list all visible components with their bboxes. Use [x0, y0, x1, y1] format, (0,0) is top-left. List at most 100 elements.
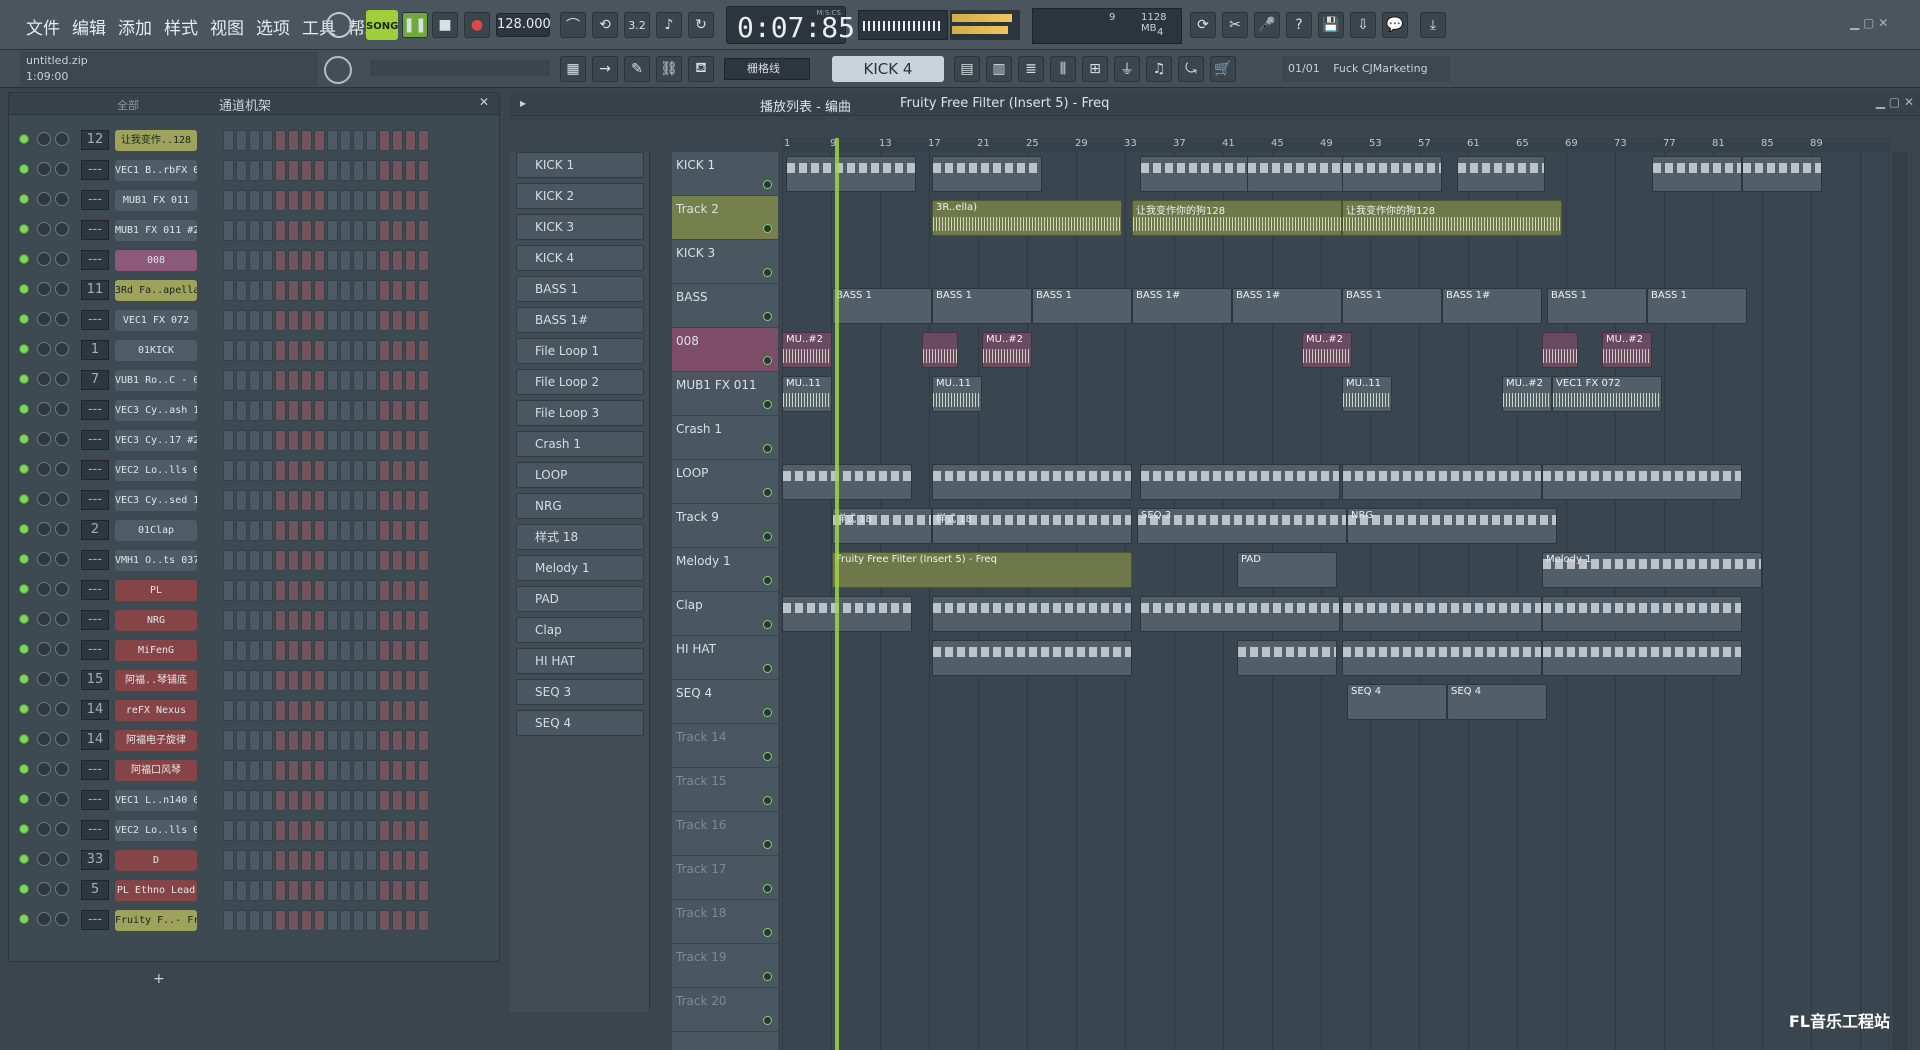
mute-led-icon[interactable] — [19, 614, 29, 624]
channel-row[interactable]: 15 阿福..琴铺底 — [9, 665, 499, 695]
step-button[interactable] — [275, 460, 286, 481]
step-button[interactable] — [236, 850, 247, 871]
mixer-track-number[interactable]: 14 — [81, 730, 109, 750]
step-button[interactable] — [288, 730, 299, 751]
step-button[interactable] — [236, 670, 247, 691]
mixer-track-number[interactable]: 14 — [81, 700, 109, 720]
step-button[interactable] — [223, 190, 234, 211]
step-button[interactable] — [262, 430, 273, 451]
mixer-track-number[interactable]: --- — [81, 460, 109, 480]
channel-row[interactable]: 12 让我变作..128 — [9, 125, 499, 155]
volume-knob[interactable] — [55, 282, 69, 296]
playlist-clip[interactable]: SEQ 4 — [1347, 684, 1447, 720]
step-button[interactable] — [418, 550, 429, 571]
track-header[interactable]: Track 18 — [672, 900, 778, 944]
step-button[interactable] — [327, 490, 338, 511]
menu-view[interactable]: 视图 — [210, 14, 244, 39]
pan-knob[interactable] — [37, 192, 51, 206]
channel-row[interactable]: --- MiFenG — [9, 635, 499, 665]
step-button[interactable] — [405, 880, 416, 901]
step-button[interactable] — [405, 760, 416, 781]
step-button[interactable] — [249, 220, 260, 241]
volume-knob[interactable] — [55, 372, 69, 386]
step-button[interactable] — [288, 880, 299, 901]
step-button[interactable] — [301, 700, 312, 721]
step-button[interactable] — [314, 670, 325, 691]
step-button[interactable] — [392, 580, 403, 601]
pan-knob[interactable] — [37, 732, 51, 746]
mixer-track-number[interactable]: --- — [81, 400, 109, 420]
step-button[interactable] — [249, 640, 260, 661]
volume-knob[interactable] — [55, 402, 69, 416]
step-button[interactable] — [275, 280, 286, 301]
step-button[interactable] — [392, 760, 403, 781]
playlist-clip[interactable]: MU..11 — [1342, 376, 1392, 412]
playlist-clip[interactable] — [932, 464, 1132, 500]
step-button[interactable] — [366, 250, 377, 271]
master-pitch-knob[interactable] — [324, 56, 352, 84]
step-button[interactable] — [314, 340, 325, 361]
step-button[interactable] — [262, 250, 273, 271]
step-button[interactable] — [275, 880, 286, 901]
shop-icon[interactable]: 🛒 — [1210, 56, 1236, 82]
channel-row[interactable]: --- VEC1 L..n140 05 — [9, 785, 499, 815]
step-button[interactable] — [418, 280, 429, 301]
channel-name-button[interactable]: MUB1 FX 011 — [115, 190, 197, 211]
step-button[interactable] — [392, 610, 403, 631]
export-icon[interactable]: ⇩ — [1350, 12, 1376, 38]
step-button[interactable] — [405, 850, 416, 871]
step-button[interactable] — [353, 250, 364, 271]
step-button[interactable] — [249, 310, 260, 331]
step-button[interactable] — [301, 520, 312, 541]
step-button[interactable] — [288, 640, 299, 661]
step-button[interactable] — [340, 430, 351, 451]
menu-file[interactable]: 文件 — [26, 14, 60, 39]
channel-row[interactable]: --- Fruity F..- Freq — [9, 905, 499, 935]
step-button[interactable] — [366, 910, 377, 931]
step-button[interactable] — [392, 880, 403, 901]
track-enable-led-icon[interactable] — [763, 1016, 772, 1025]
mixer-track-number[interactable]: 11 — [81, 280, 109, 300]
track-enable-led-icon[interactable] — [763, 928, 772, 937]
mute-led-icon[interactable] — [19, 494, 29, 504]
save-icon[interactable]: 💾 — [1318, 12, 1344, 38]
step-button[interactable] — [288, 670, 299, 691]
step-button[interactable] — [236, 610, 247, 631]
mixer-track-number[interactable]: 33 — [81, 850, 109, 870]
mute-led-icon[interactable] — [19, 674, 29, 684]
playlist-clip[interactable]: BASS 1 — [832, 288, 932, 324]
step-button[interactable] — [262, 550, 273, 571]
step-button[interactable] — [418, 730, 429, 751]
step-button[interactable] — [405, 580, 416, 601]
step-button[interactable] — [366, 310, 377, 331]
step-button[interactable] — [275, 160, 286, 181]
playlist-clip[interactable] — [1742, 156, 1822, 192]
step-button[interactable] — [301, 820, 312, 841]
track-enable-led-icon[interactable] — [763, 532, 772, 541]
step-button[interactable] — [353, 220, 364, 241]
volume-knob[interactable] — [55, 702, 69, 716]
step-button[interactable] — [223, 730, 234, 751]
step-button[interactable] — [262, 220, 273, 241]
step-button[interactable] — [262, 490, 273, 511]
step-button[interactable] — [418, 310, 429, 331]
step-button[interactable] — [301, 550, 312, 571]
volume-knob[interactable] — [55, 762, 69, 776]
step-button[interactable] — [236, 250, 247, 271]
step-button[interactable] — [392, 550, 403, 571]
mute-led-icon[interactable] — [19, 884, 29, 894]
step-button[interactable] — [301, 730, 312, 751]
pan-knob[interactable] — [37, 522, 51, 536]
track-header[interactable]: Track 17 — [672, 856, 778, 900]
playlist-clip[interactable] — [1237, 640, 1337, 676]
step-button[interactable] — [314, 220, 325, 241]
step-button[interactable] — [275, 910, 286, 931]
step-button[interactable] — [392, 400, 403, 421]
playlist-clip[interactable] — [782, 464, 912, 500]
step-button[interactable] — [405, 430, 416, 451]
step-button[interactable] — [366, 220, 377, 241]
mixer-track-number[interactable]: --- — [81, 640, 109, 660]
track-enable-led-icon[interactable] — [763, 884, 772, 893]
step-button[interactable] — [288, 850, 299, 871]
step-button[interactable] — [288, 340, 299, 361]
